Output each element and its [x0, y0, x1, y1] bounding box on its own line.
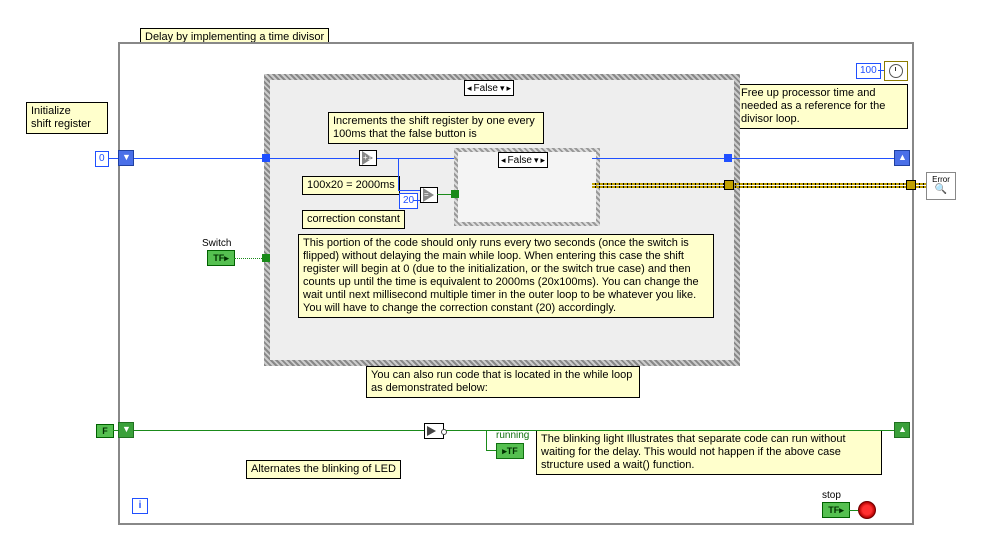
wire	[398, 190, 420, 191]
wait-ms-multiple-icon	[884, 61, 908, 81]
blinking-comment: The blinking light Illustrates that sepa…	[536, 430, 882, 475]
correction-constant: 20	[399, 193, 418, 209]
wire	[108, 158, 118, 159]
switch-label: Switch	[202, 238, 231, 249]
selector-terminal	[451, 190, 459, 198]
shift-register-right	[894, 150, 910, 166]
equals-node: =	[420, 187, 438, 203]
also-run-comment: You can also run code that is located in…	[366, 366, 640, 398]
wait-ms-constant: 100	[856, 63, 881, 79]
wire	[849, 510, 858, 511]
running-label: running	[496, 430, 529, 441]
alternates-comment: Alternates the blinking of LED	[246, 460, 401, 479]
stop-control[interactable]: TF▸	[822, 502, 850, 518]
wire	[486, 430, 487, 450]
init-zero-constant: 0	[95, 151, 109, 167]
running-indicator: ▸TF	[496, 443, 524, 459]
increments-comment: Increments the shift register by one eve…	[328, 112, 544, 144]
error-text: Error	[932, 175, 950, 184]
outer-case-selector[interactable]: ◂ False ▾ ▸	[464, 80, 514, 96]
wire	[413, 200, 420, 201]
init-shift-label: Initialize shift register	[26, 102, 108, 134]
wire	[134, 158, 359, 159]
selector-terminal	[262, 254, 270, 262]
switch-control[interactable]: TF▸	[207, 250, 235, 266]
false-constant: F	[96, 424, 114, 438]
stop-label: stop	[822, 490, 841, 501]
error-wire	[592, 183, 926, 185]
case-prev-icon[interactable]: ◂	[501, 156, 506, 165]
shift-register-left	[118, 150, 134, 166]
shift-register-right-bool	[894, 422, 910, 438]
shift-register-left-bool	[118, 422, 134, 438]
wire	[398, 158, 399, 190]
outer-case-value: False	[474, 83, 498, 94]
wire	[592, 158, 894, 159]
wire	[486, 450, 496, 451]
correction-label: correction constant	[302, 210, 405, 229]
calc-comment: 100x20 = 2000ms	[302, 176, 400, 195]
iteration-terminal: i	[132, 498, 148, 514]
increment-node: +1	[359, 150, 377, 166]
case-next-icon[interactable]: ▸	[507, 84, 512, 93]
case-next-icon[interactable]: ▸	[541, 156, 546, 165]
wire	[234, 258, 264, 259]
wire	[377, 158, 454, 159]
not-gate	[424, 423, 444, 439]
free-processor-comment: Free up processor time and needed as a r…	[736, 84, 908, 129]
magnifier-icon: 🔍	[935, 184, 947, 195]
tunnel	[724, 180, 734, 190]
wire	[113, 430, 118, 431]
error-handler-icon: Error 🔍	[926, 172, 956, 200]
inner-case-value: False	[508, 155, 532, 166]
wire	[878, 70, 884, 71]
case-prev-icon[interactable]: ◂	[467, 84, 472, 93]
inner-case-selector[interactable]: ◂ False ▾ ▸	[498, 152, 548, 168]
wire	[446, 430, 894, 431]
tunnel	[724, 154, 732, 162]
tunnel	[906, 180, 916, 190]
loop-stop-terminal	[858, 501, 876, 519]
dropdown-icon[interactable]: ▾	[500, 84, 505, 93]
error-wire	[592, 186, 926, 188]
portion-comment: This portion of the code should only run…	[298, 234, 714, 318]
wire	[134, 430, 424, 431]
tunnel	[262, 154, 270, 162]
dropdown-icon[interactable]: ▾	[534, 156, 539, 165]
